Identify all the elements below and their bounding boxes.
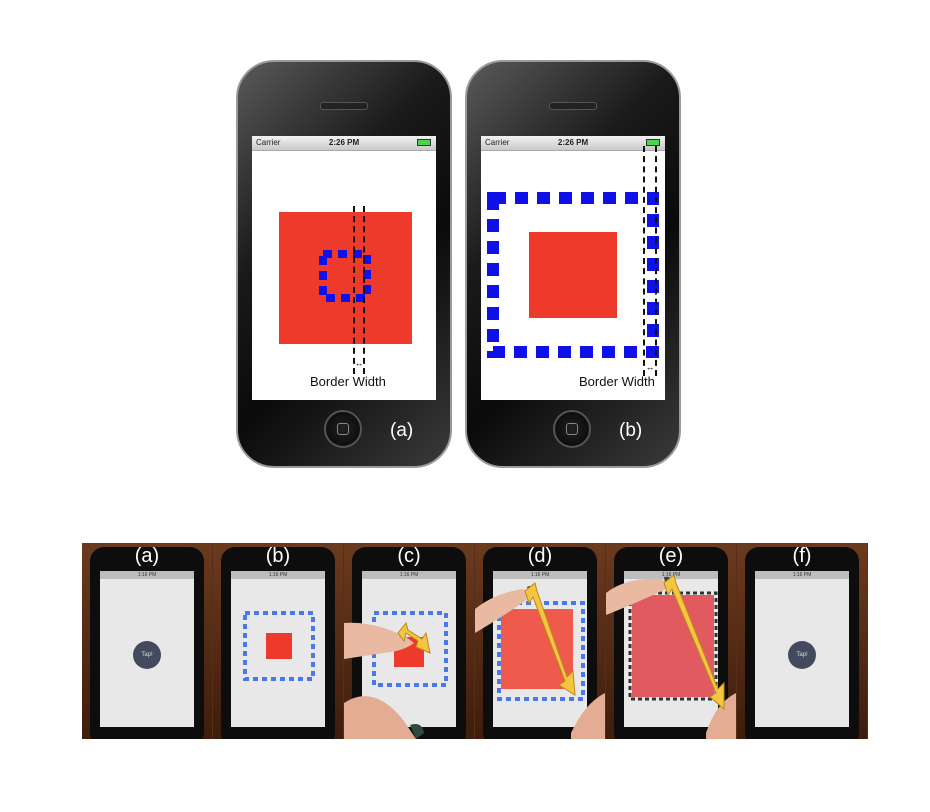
border-width-arrow: ↔ xyxy=(645,362,655,372)
border-guide-line-right xyxy=(363,206,365,374)
border-guide-line-left xyxy=(353,206,355,374)
status-bar: Carrier 2:26 PM xyxy=(252,136,436,151)
status-bar: Carrier 2:26 PM xyxy=(481,136,665,151)
status-time: 1:16 PM xyxy=(231,571,325,579)
panel-label: (b) xyxy=(619,420,643,441)
border-width-arrow: ↔ xyxy=(354,358,364,368)
status-time: 1:16 PM xyxy=(100,571,194,579)
status-time: 2:26 PM xyxy=(557,138,589,147)
frame-label: (b) xyxy=(265,545,291,567)
battery-icon xyxy=(417,139,431,146)
home-button xyxy=(324,410,362,448)
status-time: 1:16 PM xyxy=(362,571,456,579)
border-width-caption: Border Width xyxy=(310,374,386,389)
device: 1:16 PM xyxy=(221,547,335,739)
border-guide-line-left xyxy=(643,146,645,376)
device: 1:16 PM Tap! xyxy=(745,547,859,739)
border-width-caption: Border Width xyxy=(579,374,655,389)
frame-label: (e) xyxy=(658,545,684,567)
stretch-gesture xyxy=(475,582,605,739)
tap-button: Tap! xyxy=(133,641,161,669)
device-screen: 1:16 PM xyxy=(231,571,325,727)
home-button xyxy=(553,410,591,448)
photo-frame-b: 1:16 PM (b) xyxy=(213,543,343,739)
frame-label: (f) xyxy=(792,545,812,567)
status-time: 1:16 PM xyxy=(755,571,849,579)
photo-frame-e: 1:16 PM (e) xyxy=(606,543,736,739)
phone-screen-a: Carrier 2:26 PM ↔ Border Width xyxy=(252,136,436,400)
device-screen: 1:16 PM Tap! xyxy=(755,571,849,727)
device-screen: 1:16 PM Tap! xyxy=(100,571,194,727)
frame-label: (c) xyxy=(397,545,421,567)
photo-frame-a: 1:16 PM Tap! (a) xyxy=(82,543,212,739)
stretch-gesture xyxy=(606,574,736,739)
frame-label: (a) xyxy=(134,545,160,567)
phone-mockup-b: Carrier 2:26 PM ↔ Border Width (b) xyxy=(465,60,681,468)
status-time: 2:26 PM xyxy=(328,138,360,147)
border-guide-line-right xyxy=(655,146,657,376)
red-target-square xyxy=(266,633,292,659)
photo-frame-d: 1:16 PM (d) xyxy=(475,543,605,739)
battery-icon xyxy=(646,139,660,146)
phone-mockup-a: Carrier 2:26 PM ↔ Border Width (a) xyxy=(236,60,452,468)
speaker-grille xyxy=(320,102,368,110)
photo-frame-c: 1:16 PM (c) xyxy=(344,543,474,739)
photo-frame-f: 1:16 PM Tap! (f) xyxy=(737,543,867,739)
panel-label: (a) xyxy=(390,420,414,441)
red-target-square xyxy=(529,232,617,318)
pinch-hand xyxy=(344,621,431,739)
tap-button: Tap! xyxy=(788,641,816,669)
frame-label: (d) xyxy=(527,545,553,567)
interaction-photo-strip: 1:16 PM Tap! (a) 1:16 PM (b) 1:16 PM (c)… xyxy=(82,543,868,739)
device: 1:16 PM Tap! xyxy=(90,547,204,739)
phone-screen-b: Carrier 2:26 PM ↔ Border Width xyxy=(481,136,665,400)
speaker-grille xyxy=(549,102,597,110)
